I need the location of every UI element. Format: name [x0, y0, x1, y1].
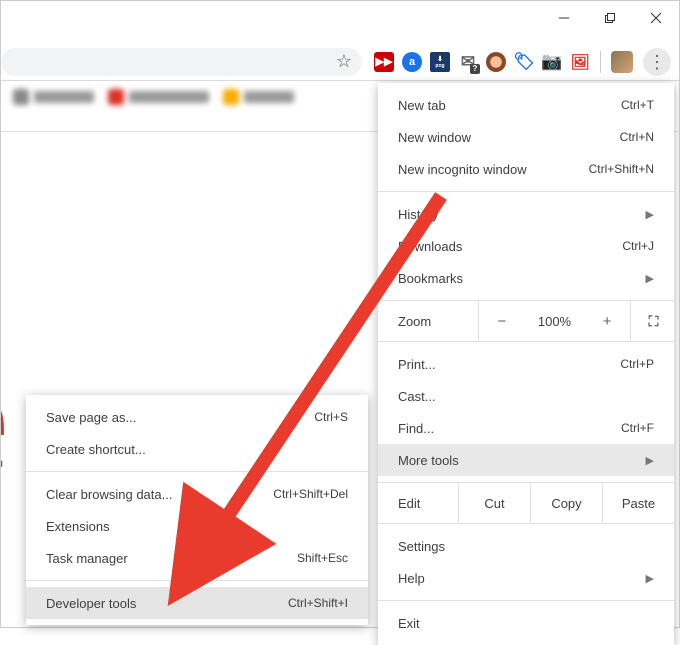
- extension-icon[interactable]: a: [402, 52, 422, 72]
- chevron-right-icon: ▶: [646, 208, 654, 221]
- fullscreen-button[interactable]: [630, 301, 674, 341]
- more-tools-submenu: Save page as...Ctrl+S Create shortcut...…: [26, 395, 368, 625]
- minimize-icon: [558, 12, 570, 24]
- extension-icon[interactable]: ✉?: [458, 52, 478, 72]
- paste-button[interactable]: Paste: [602, 483, 674, 523]
- menu-item-help[interactable]: Help▶: [378, 562, 674, 594]
- chevron-right-icon: ▶: [646, 572, 654, 585]
- submenu-item-create-shortcut[interactable]: Create shortcut...: [26, 433, 368, 465]
- menu-item-incognito[interactable]: New incognito windowCtrl+Shift+N: [378, 153, 674, 185]
- bookmark-item[interactable]: [108, 89, 209, 105]
- browser-toolbar: ☆ ▶▶ a ⬇png ✉? 🏷 📷 🖼 ⋮: [1, 43, 679, 81]
- bookmark-star-icon[interactable]: ☆: [336, 51, 352, 72]
- extension-icon[interactable]: [486, 52, 506, 72]
- extension-icon[interactable]: 📷: [542, 52, 562, 72]
- fullscreen-icon: [649, 313, 657, 330]
- edit-label: Edit: [378, 496, 458, 511]
- extension-icon[interactable]: ⬇png: [430, 52, 450, 72]
- submenu-item-extensions[interactable]: Extensions: [26, 510, 368, 542]
- menu-item-cast[interactable]: Cast...: [378, 380, 674, 412]
- extension-icon[interactable]: ▶▶: [374, 52, 394, 72]
- profile-avatar[interactable]: [611, 51, 633, 73]
- cut-button[interactable]: Cut: [458, 483, 530, 523]
- menu-item-find[interactable]: Find...Ctrl+F: [378, 412, 674, 444]
- menu-item-new-tab[interactable]: New tabCtrl+T: [378, 89, 674, 121]
- toolbar-separator: [600, 51, 601, 73]
- menu-item-downloads[interactable]: DownloadsCtrl+J: [378, 230, 674, 262]
- copy-button[interactable]: Copy: [530, 483, 602, 523]
- zoom-out-button[interactable]: −: [485, 313, 519, 330]
- menu-item-edit: Edit Cut Copy Paste: [378, 483, 674, 523]
- menu-item-zoom: Zoom − 100% +: [378, 301, 674, 341]
- menu-item-bookmarks[interactable]: Bookmarks▶: [378, 262, 674, 294]
- bookmark-item[interactable]: [223, 89, 294, 105]
- menu-item-history[interactable]: History▶: [378, 198, 674, 230]
- menu-item-settings[interactable]: Settings: [378, 530, 674, 562]
- window-controls: [541, 1, 679, 35]
- submenu-separator: [26, 471, 368, 472]
- bookmark-item[interactable]: [13, 89, 94, 105]
- submenu-item-developer-tools[interactable]: Developer toolsCtrl+Shift+I: [26, 587, 368, 619]
- main-menu-button[interactable]: ⋮: [643, 48, 671, 76]
- main-menu: New tabCtrl+T New windowCtrl+N New incog…: [378, 83, 674, 645]
- zoom-in-button[interactable]: +: [590, 313, 624, 330]
- address-bar[interactable]: ☆: [1, 48, 362, 76]
- close-icon: [650, 12, 662, 24]
- extension-icons: ▶▶ a ⬇png ✉? 🏷 📷 🖼: [368, 52, 596, 72]
- menu-item-more-tools[interactable]: More tools▶: [378, 444, 674, 476]
- submenu-separator: [26, 580, 368, 581]
- zoom-label: Zoom: [398, 314, 478, 329]
- submenu-item-clear-data[interactable]: Clear browsing data...Ctrl+Shift+Del: [26, 478, 368, 510]
- maximize-icon: [604, 12, 616, 24]
- extension-icon[interactable]: 🏷: [514, 52, 534, 72]
- chevron-right-icon: ▶: [646, 272, 654, 285]
- extension-icon[interactable]: 🖼: [570, 52, 590, 72]
- menu-item-exit[interactable]: Exit: [378, 607, 674, 639]
- submenu-item-task-manager[interactable]: Task managerShift+Esc: [26, 542, 368, 574]
- chevron-right-icon: ▶: [646, 454, 654, 467]
- close-button[interactable]: [633, 1, 679, 35]
- submenu-item-save-page[interactable]: Save page as...Ctrl+S: [26, 401, 368, 433]
- menu-item-print[interactable]: Print...Ctrl+P: [378, 348, 674, 380]
- minimize-button[interactable]: [541, 1, 587, 35]
- menu-item-new-window[interactable]: New windowCtrl+N: [378, 121, 674, 153]
- zoom-value: 100%: [530, 314, 578, 329]
- maximize-button[interactable]: [587, 1, 633, 35]
- vertical-dots-icon: ⋮: [648, 60, 666, 64]
